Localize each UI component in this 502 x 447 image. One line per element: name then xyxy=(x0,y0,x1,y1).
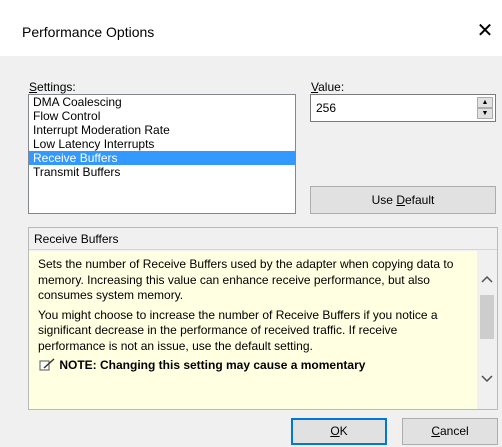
list-item-interrupt-moderation-rate[interactable]: Interrupt Moderation Rate xyxy=(29,123,295,137)
spin-buttons: ▲ ▼ xyxy=(477,97,493,119)
value-spinbox[interactable]: 256 ▲ ▼ xyxy=(310,94,496,122)
list-item-dma-coalescing[interactable]: DMA Coalescing xyxy=(29,95,295,109)
cancel-button[interactable]: Cancel xyxy=(402,418,498,445)
use-default-mnemonic: D xyxy=(396,193,405,207)
value-label-rest: alue: xyxy=(318,80,345,94)
performance-options-dialog: Performance Options ✕ Settings: DMA Coal… xyxy=(0,0,502,447)
ok-button[interactable]: OK xyxy=(291,418,387,445)
settings-label: Settings: xyxy=(29,80,76,94)
spin-up-icon[interactable]: ▲ xyxy=(477,97,493,108)
scroll-down-icon[interactable] xyxy=(477,369,497,389)
settings-label-mnemonic: S xyxy=(29,80,38,94)
value-input[interactable]: 256 xyxy=(316,101,336,115)
list-item-flow-control[interactable]: Flow Control xyxy=(29,109,295,123)
scroll-thumb[interactable] xyxy=(480,295,494,339)
help-panel: Receive Buffers Sets the number of Recei… xyxy=(28,227,498,410)
use-default-prefix: Use xyxy=(371,193,397,207)
list-item-receive-buffers[interactable]: Receive Buffers xyxy=(29,151,295,165)
help-text-area[interactable]: Sets the number of Receive Buffers used … xyxy=(29,251,477,409)
dialog-title: Performance Options xyxy=(22,24,155,40)
spin-down-icon[interactable]: ▼ xyxy=(477,108,493,119)
ok-rest: K xyxy=(339,424,348,438)
help-paragraph-2: You might choose to increase the number … xyxy=(38,307,438,353)
list-item-low-latency-interrupts[interactable]: Low Latency Interrupts xyxy=(29,137,295,151)
help-note: NOTE: Changing this setting may cause a … xyxy=(38,358,467,374)
help-paragraph-1: Sets the number of Receive Buffers used … xyxy=(38,257,454,302)
note-pencil-icon xyxy=(38,358,56,372)
settings-listbox[interactable]: DMA Coalescing Flow Control Interrupt Mo… xyxy=(28,94,296,214)
list-item-transmit-buffers[interactable]: Transmit Buffers xyxy=(29,165,295,179)
title-bar: Performance Options ✕ xyxy=(0,0,502,56)
value-label: Value: xyxy=(311,80,344,94)
ok-mnemonic: O xyxy=(330,424,340,438)
help-scrollbar[interactable] xyxy=(477,251,497,409)
use-default-rest: efault xyxy=(405,193,435,207)
cancel-mnemonic: C xyxy=(431,424,440,438)
settings-label-rest: ettings: xyxy=(37,80,76,94)
note-text: NOTE: Changing this setting may cause a … xyxy=(59,358,366,372)
close-icon[interactable]: ✕ xyxy=(472,18,498,44)
help-header: Receive Buffers xyxy=(29,228,497,250)
use-default-button[interactable]: Use Default xyxy=(310,186,496,214)
cancel-rest: ancel xyxy=(439,424,469,438)
scroll-up-icon[interactable] xyxy=(477,269,497,289)
